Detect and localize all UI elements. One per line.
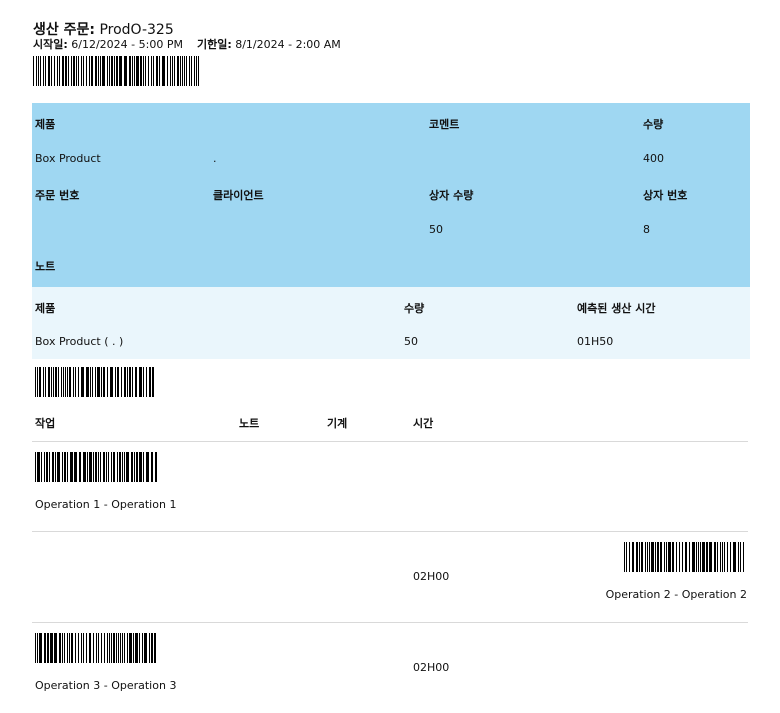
summary-quantity-label: 수량 (404, 302, 425, 315)
quantity-value: 400 (643, 152, 664, 165)
ops-header-time: 시간 (413, 417, 434, 430)
estimated-time-label: 예측된 생산 시간 (577, 302, 656, 315)
client-label: 클라이언트 (213, 189, 264, 202)
operation-1-name: Operation 1 - Operation 1 (35, 498, 177, 511)
ops-header-notes: 노트 (239, 417, 260, 430)
operation-3-barcode (35, 633, 156, 663)
estimated-time-value: 01H50 (577, 335, 614, 348)
summary-quantity-value: 50 (404, 335, 418, 348)
operation-3-name: Operation 3 - Operation 3 (35, 679, 177, 692)
due-date-value: 8/1/2024 - 2:00 AM (235, 38, 341, 51)
box-number-value: 8 (643, 223, 650, 236)
box-number-label: 상자 번호 (643, 189, 688, 202)
product-variant: . (213, 152, 217, 165)
operation-1-barcode (35, 452, 157, 482)
summary-product-label: 제품 (35, 302, 56, 315)
operation-2-barcode (624, 542, 744, 572)
operation-3-time: 02H00 (413, 661, 450, 674)
product-label: 제품 (35, 118, 56, 131)
product-value: Box Product (35, 152, 101, 165)
comment-label: 코멘트 (429, 118, 460, 131)
summary-panel (32, 287, 750, 359)
quantity-label: 수량 (643, 118, 664, 131)
due-date-label: 기한일: (196, 38, 232, 51)
order-dates: 시작일: 6/12/2024 - 5:00 PM 기한일: 8/1/2024 -… (33, 36, 341, 52)
operation-2-name: Operation 2 - Operation 2 (605, 588, 747, 601)
product-barcode (35, 367, 154, 397)
summary-product-value: Box Product ( . ) (35, 335, 124, 348)
start-date-label: 시작일: (33, 38, 68, 51)
divider (32, 441, 748, 442)
operation-2-time: 02H00 (413, 570, 450, 583)
notes-label: 노트 (35, 260, 56, 273)
box-quantity-value: 50 (429, 223, 443, 236)
ops-header-machine: 기계 (327, 417, 348, 430)
order-barcode (33, 56, 199, 86)
divider (32, 531, 748, 532)
order-number-label: 주문 번호 (35, 189, 80, 202)
box-quantity-label: 상자 수량 (429, 189, 474, 202)
start-date-value: 6/12/2024 - 5:00 PM (71, 38, 183, 51)
divider (32, 622, 748, 623)
ops-header-task: 작업 (35, 417, 56, 430)
